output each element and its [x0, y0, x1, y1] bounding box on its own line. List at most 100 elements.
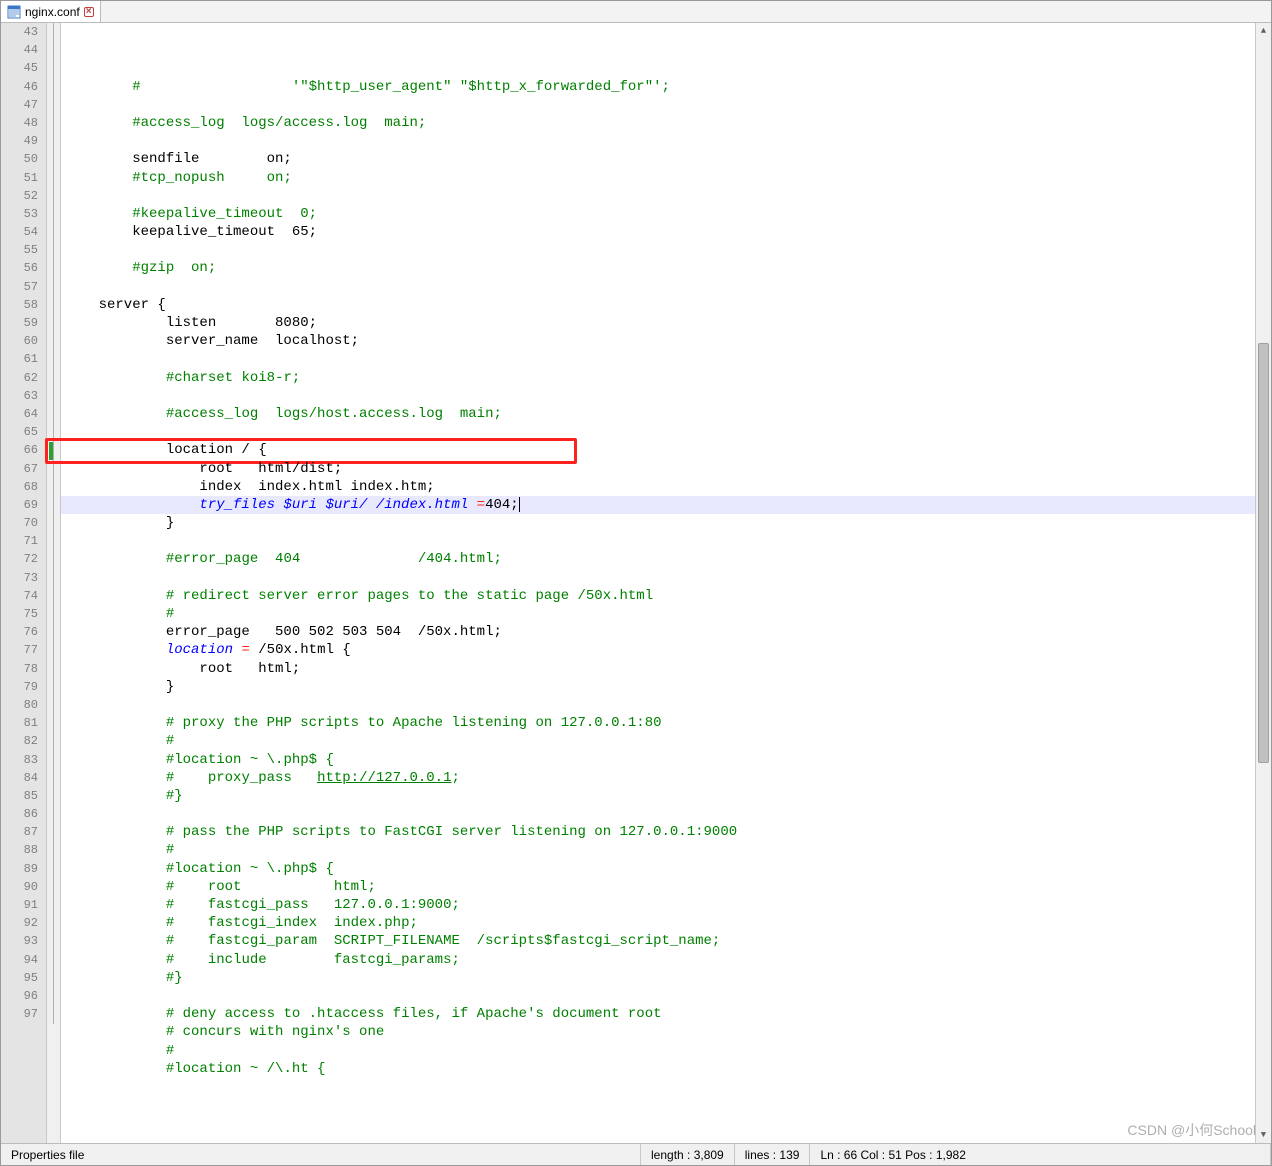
line-number: 78 [1, 660, 38, 678]
code-line[interactable]: #charset koi8-r; [61, 369, 1255, 387]
line-number: 74 [1, 587, 38, 605]
code-line[interactable]: # [61, 1042, 1255, 1060]
line-number: 73 [1, 569, 38, 587]
code-line[interactable]: try_files $uri $uri/ /index.html =404; [61, 496, 1255, 514]
line-number: 43 [1, 23, 38, 41]
code-line[interactable]: # concurs with nginx's one [61, 1023, 1255, 1041]
line-number-gutter: 4344454647484950515253545556575859606162… [1, 23, 47, 1143]
line-number: 77 [1, 641, 38, 659]
code-line[interactable]: } [61, 514, 1255, 532]
code-line[interactable]: root html; [61, 660, 1255, 678]
code-line[interactable]: # include fastcgi_params; [61, 951, 1255, 969]
code-line[interactable]: #tcp_nopush on; [61, 169, 1255, 187]
line-number: 55 [1, 241, 38, 259]
code-line[interactable] [61, 350, 1255, 368]
code-line[interactable]: #location ~ /\.ht { [61, 1060, 1255, 1078]
code-line[interactable] [61, 696, 1255, 714]
code-line[interactable] [61, 532, 1255, 550]
text-caret [519, 497, 520, 512]
code-line[interactable] [61, 187, 1255, 205]
code-line[interactable]: # pass the PHP scripts to FastCGI server… [61, 823, 1255, 841]
line-number: 82 [1, 732, 38, 750]
code-line[interactable]: # '"$http_user_agent" "$http_x_forwarded… [61, 78, 1255, 96]
line-number: 72 [1, 550, 38, 568]
line-number: 49 [1, 132, 38, 150]
code-line[interactable] [61, 132, 1255, 150]
code-line[interactable]: # fastcgi_index index.php; [61, 914, 1255, 932]
code-line[interactable]: keepalive_timeout 65; [61, 223, 1255, 241]
code-line[interactable]: # deny access to .htaccess files, if Apa… [61, 1005, 1255, 1023]
code-line[interactable]: # fastcgi_pass 127.0.0.1:9000; [61, 896, 1255, 914]
code-line[interactable]: #} [61, 969, 1255, 987]
code-line[interactable] [61, 805, 1255, 823]
editor-window: nginx.conf × 434445464748495051525354555… [0, 0, 1272, 1166]
scrollbar-thumb[interactable] [1258, 343, 1269, 763]
code-line[interactable]: #location ~ \.php$ { [61, 860, 1255, 878]
code-line[interactable]: root html/dist; [61, 460, 1255, 478]
code-line[interactable]: index index.html index.htm; [61, 478, 1255, 496]
line-number: 47 [1, 96, 38, 114]
code-line[interactable]: } [61, 678, 1255, 696]
code-line[interactable]: listen 8080; [61, 314, 1255, 332]
code-line[interactable] [61, 569, 1255, 587]
line-number: 66 [1, 441, 38, 459]
file-icon [7, 5, 21, 19]
code-line[interactable]: # proxy_pass http://127.0.0.1; [61, 769, 1255, 787]
code-line[interactable]: #access_log logs/access.log main; [61, 114, 1255, 132]
code-line[interactable]: server { [61, 296, 1255, 314]
code-line[interactable]: #gzip on; [61, 259, 1255, 277]
line-number: 51 [1, 169, 38, 187]
scroll-down-arrow[interactable]: ▼ [1256, 1127, 1271, 1143]
code-line[interactable]: #error_page 404 /404.html; [61, 550, 1255, 568]
code-line[interactable] [61, 241, 1255, 259]
line-number: 67 [1, 460, 38, 478]
fold-margin [47, 23, 61, 1143]
code-editor[interactable]: 4344454647484950515253545556575859606162… [1, 23, 1271, 1143]
code-area[interactable]: # '"$http_user_agent" "$http_x_forwarded… [61, 23, 1255, 1143]
code-line[interactable]: # [61, 605, 1255, 623]
code-line[interactable]: server_name localhost; [61, 332, 1255, 350]
code-line[interactable]: # [61, 732, 1255, 750]
code-line[interactable]: # fastcgi_param SCRIPT_FILENAME /scripts… [61, 932, 1255, 950]
line-number: 45 [1, 59, 38, 77]
line-number: 56 [1, 259, 38, 277]
code-line[interactable] [61, 96, 1255, 114]
code-line[interactable]: error_page 500 502 503 504 /50x.html; [61, 623, 1255, 641]
code-line[interactable]: #access_log logs/host.access.log main; [61, 405, 1255, 423]
code-line[interactable]: # proxy the PHP scripts to Apache listen… [61, 714, 1255, 732]
code-line[interactable] [61, 278, 1255, 296]
line-number: 52 [1, 187, 38, 205]
change-marker [49, 442, 53, 460]
code-line[interactable]: #location ~ \.php$ { [61, 751, 1255, 769]
line-number: 83 [1, 751, 38, 769]
line-number: 75 [1, 605, 38, 623]
code-line[interactable]: # root html; [61, 878, 1255, 896]
code-line[interactable]: #keepalive_timeout 0; [61, 205, 1255, 223]
close-icon[interactable]: × [84, 7, 94, 17]
tab-nginx-conf[interactable]: nginx.conf × [1, 1, 101, 22]
line-number: 91 [1, 896, 38, 914]
vertical-scrollbar[interactable]: ▲ ▼ [1255, 23, 1271, 1143]
line-number: 70 [1, 514, 38, 532]
code-line[interactable]: location = /50x.html { [61, 641, 1255, 659]
scroll-up-arrow[interactable]: ▲ [1256, 23, 1271, 39]
line-number: 89 [1, 860, 38, 878]
line-number: 64 [1, 405, 38, 423]
code-line[interactable]: # [61, 841, 1255, 859]
line-number: 96 [1, 987, 38, 1005]
code-line[interactable] [61, 987, 1255, 1005]
line-number: 71 [1, 532, 38, 550]
code-line[interactable] [61, 423, 1255, 441]
line-number: 50 [1, 150, 38, 168]
line-number: 80 [1, 696, 38, 714]
code-line[interactable]: location / { [61, 441, 1255, 459]
status-position: Ln : 66 Col : 51 Pos : 1,982 [810, 1144, 1271, 1165]
status-lines: lines : 139 [735, 1144, 811, 1165]
line-number: 65 [1, 423, 38, 441]
line-number: 53 [1, 205, 38, 223]
code-line[interactable]: #} [61, 787, 1255, 805]
code-line[interactable]: # redirect server error pages to the sta… [61, 587, 1255, 605]
line-number: 59 [1, 314, 38, 332]
code-line[interactable] [61, 387, 1255, 405]
code-line[interactable]: sendfile on; [61, 150, 1255, 168]
